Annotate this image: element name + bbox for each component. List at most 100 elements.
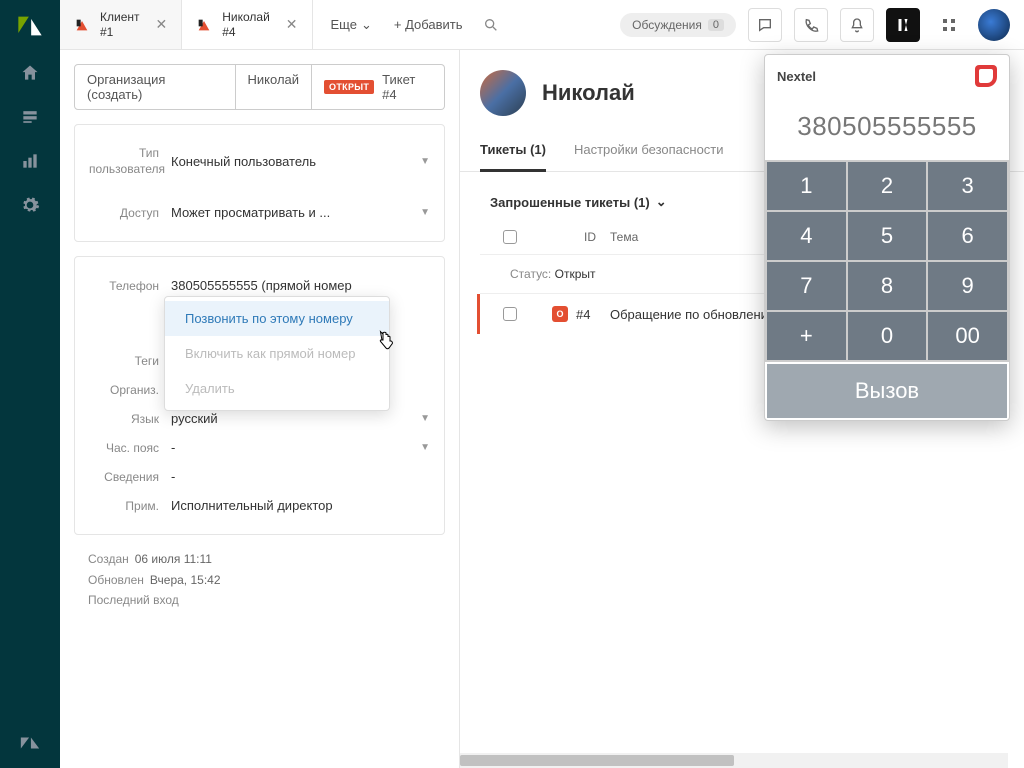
field-label: Доступ bbox=[89, 206, 171, 220]
nextel-logo-icon bbox=[975, 65, 997, 87]
reports-icon[interactable] bbox=[19, 150, 41, 172]
meta-label: Последний вход bbox=[88, 590, 179, 610]
phone-icon[interactable] bbox=[794, 8, 828, 42]
close-icon[interactable]: ✕ bbox=[156, 16, 168, 33]
discussions-count: 0 bbox=[708, 19, 724, 31]
key-6[interactable]: 6 bbox=[928, 212, 1007, 260]
field-access[interactable]: Доступ Может просматривать и ... ▼ bbox=[89, 198, 430, 227]
key-00[interactable]: 00 bbox=[928, 312, 1007, 360]
section-label: Запрошенные тикеты (1) bbox=[490, 195, 650, 210]
tab-security[interactable]: Настройки безопасности bbox=[574, 134, 724, 172]
field-label: Тип пользователя bbox=[89, 146, 171, 177]
dialer-number-input[interactable]: 380505555555 bbox=[765, 97, 1009, 160]
tab-label: Николай#4 bbox=[222, 10, 270, 39]
user-icon bbox=[196, 17, 212, 33]
zendesk-icon[interactable] bbox=[19, 732, 41, 754]
discussions-label: Обсуждения bbox=[632, 18, 702, 32]
meta-value: Вчера, 15:42 bbox=[150, 570, 221, 590]
avatar[interactable] bbox=[978, 9, 1010, 41]
field-value: Может просматривать и ... bbox=[171, 205, 330, 220]
product-logo-icon bbox=[16, 12, 44, 40]
field-value: - bbox=[171, 440, 175, 455]
close-icon[interactable]: ✕ bbox=[286, 16, 298, 33]
chevron-down-icon: ▼ bbox=[420, 207, 430, 218]
user-type-panel: Тип пользователя Конечный пользователь▼ … bbox=[74, 124, 445, 242]
field-value: Конечный пользователь bbox=[171, 154, 316, 169]
ticket-id: #4 bbox=[576, 307, 610, 322]
tab-label: Клиент#1 bbox=[100, 10, 140, 39]
discussions-button[interactable]: Обсуждения 0 bbox=[620, 13, 736, 37]
key-2[interactable]: 2 bbox=[848, 162, 927, 210]
key-plus[interactable]: + bbox=[767, 312, 846, 360]
call-button[interactable]: Вызов bbox=[767, 364, 1007, 418]
tab-client-1[interactable]: Клиент#1 ✕ bbox=[60, 0, 182, 49]
keypad: 1 2 3 4 5 6 7 8 9 + 0 00 bbox=[765, 160, 1009, 362]
menu-delete[interactable]: Удалить bbox=[165, 371, 389, 406]
views-icon[interactable] bbox=[19, 106, 41, 128]
key-1[interactable]: 1 bbox=[767, 162, 846, 210]
meta-block: Создан 06 июля 11:11 Обновлен Вчера, 15:… bbox=[74, 549, 445, 610]
field-label: Язык bbox=[89, 412, 171, 426]
breadcrumb-ticket-label: Тикет #4 bbox=[382, 72, 432, 102]
chevron-down-icon: ▼ bbox=[420, 156, 430, 167]
meta-label: Обновлен bbox=[88, 570, 144, 590]
status-badge: ОТКРЫТ bbox=[324, 80, 374, 94]
page-title: Николай bbox=[542, 80, 635, 106]
key-3[interactable]: 3 bbox=[928, 162, 1007, 210]
more-dropdown[interactable]: Еще ⌄ bbox=[323, 11, 380, 39]
horizontal-scrollbar[interactable] bbox=[460, 753, 1008, 768]
phone-context-menu: Позвонить по этому номеру Включить как п… bbox=[164, 296, 390, 411]
nextel-app-icon[interactable] bbox=[886, 8, 920, 42]
dialer-title: Nextel bbox=[777, 69, 816, 84]
field-label: Организ. bbox=[89, 383, 171, 397]
field-label: Теги bbox=[89, 354, 171, 368]
menu-call-number[interactable]: Позвонить по этому номеру bbox=[165, 301, 389, 336]
ticket-status-icon: O bbox=[552, 306, 568, 322]
select-all-checkbox[interactable] bbox=[503, 230, 517, 244]
field-value: 380505555555 (прямой номер bbox=[171, 278, 352, 293]
home-icon[interactable] bbox=[19, 62, 41, 84]
field-value: Исполнительный директор bbox=[171, 498, 333, 513]
tabs: Клиент#1 ✕ Николай#4 ✕ bbox=[60, 0, 313, 49]
field-value: - bbox=[171, 469, 175, 484]
field-note[interactable]: Прим. Исполнительный директор bbox=[89, 491, 430, 520]
bell-icon[interactable] bbox=[840, 8, 874, 42]
field-value: русский bbox=[171, 411, 218, 426]
col-id[interactable]: ID bbox=[530, 230, 610, 244]
chat-icon[interactable] bbox=[748, 8, 782, 42]
chevron-down-icon: ⌄ bbox=[361, 17, 372, 33]
chevron-down-icon: ▼ bbox=[420, 413, 430, 424]
breadcrumb-ticket[interactable]: ОТКРЫТ Тикет #4 bbox=[312, 64, 445, 110]
tab-nikolay-4[interactable]: Николай#4 ✕ bbox=[182, 0, 312, 49]
tab-tickets[interactable]: Тикеты (1) bbox=[480, 134, 546, 172]
left-nav bbox=[0, 0, 60, 768]
field-details[interactable]: Сведения - bbox=[89, 462, 430, 491]
search-icon[interactable] bbox=[477, 11, 505, 39]
key-0[interactable]: 0 bbox=[848, 312, 927, 360]
field-timezone[interactable]: Час. пояс -▼ bbox=[89, 433, 430, 462]
status-label: Статус: bbox=[510, 267, 551, 281]
apps-icon[interactable] bbox=[932, 8, 966, 42]
admin-icon[interactable] bbox=[19, 194, 41, 216]
field-label: Сведения bbox=[89, 470, 171, 484]
cursor-icon bbox=[376, 329, 394, 351]
key-5[interactable]: 5 bbox=[848, 212, 927, 260]
chevron-down-icon: ▼ bbox=[420, 442, 430, 453]
field-user-type[interactable]: Тип пользователя Конечный пользователь ▼ bbox=[89, 139, 430, 184]
meta-label: Создан bbox=[88, 549, 129, 569]
key-8[interactable]: 8 bbox=[848, 262, 927, 310]
topbar: Клиент#1 ✕ Николай#4 ✕ Еще ⌄ + Добавить … bbox=[60, 0, 1024, 50]
meta-value: 06 июля 11:11 bbox=[135, 549, 212, 569]
key-4[interactable]: 4 bbox=[767, 212, 846, 260]
row-checkbox[interactable] bbox=[503, 307, 517, 321]
avatar[interactable] bbox=[480, 70, 526, 116]
breadcrumb-user[interactable]: Николай bbox=[236, 64, 313, 110]
key-9[interactable]: 9 bbox=[928, 262, 1007, 310]
add-button[interactable]: + Добавить bbox=[384, 11, 473, 38]
field-label: Телефон bbox=[89, 279, 171, 293]
key-7[interactable]: 7 bbox=[767, 262, 846, 310]
dialer-panel: Nextel 380505555555 1 2 3 4 5 6 7 8 9 + … bbox=[764, 54, 1010, 421]
menu-enable-direct[interactable]: Включить как прямой номер bbox=[165, 336, 389, 371]
breadcrumb-org[interactable]: Организация (создать) bbox=[74, 64, 236, 110]
chevron-down-icon: ⌄ bbox=[656, 194, 667, 210]
